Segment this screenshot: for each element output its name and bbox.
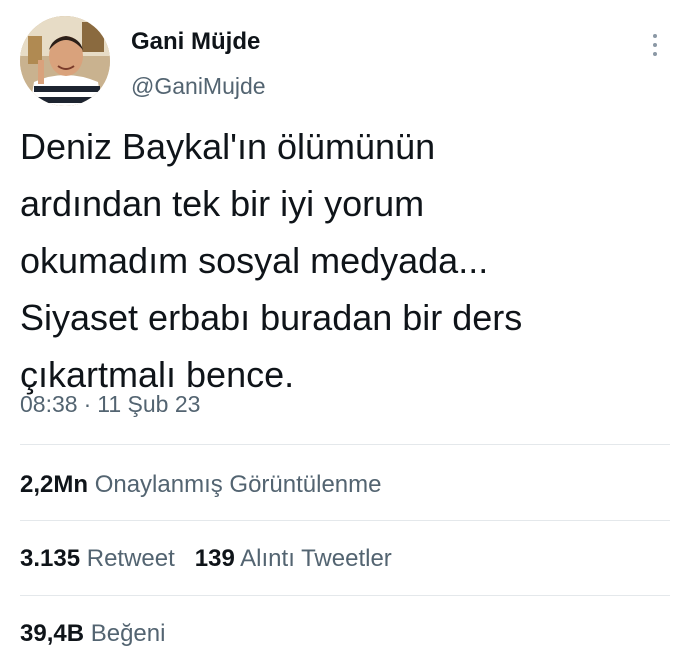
views-label: Onaylanmış Görüntülenme bbox=[94, 471, 382, 498]
quotes-count: 139 bbox=[194, 545, 235, 572]
engagement-stats: 3.135 Retweet 139 Alıntı Tweetler bbox=[20, 545, 392, 573]
quotes-stat[interactable]: 139 Alıntı Tweetler bbox=[195, 545, 392, 572]
divider bbox=[20, 595, 670, 596]
author-name[interactable]: Gani Müjde bbox=[131, 28, 260, 56]
likes-count: 39,4B bbox=[20, 620, 85, 647]
timestamp-separator: · bbox=[83, 391, 92, 417]
tweet-text: Deniz Baykal'ın ölümünün ardından tek bi… bbox=[20, 126, 523, 395]
retweets-stat[interactable]: 3.135 Retweet bbox=[20, 545, 175, 572]
likes-label: Beğeni bbox=[90, 620, 166, 647]
author-handle[interactable]: @GaniMujde bbox=[131, 73, 266, 100]
divider bbox=[20, 444, 670, 445]
likes-stat[interactable]: 39,4B Beğeni bbox=[20, 620, 165, 648]
views-stat[interactable]: 2,2Mn Onaylanmış Görüntülenme bbox=[20, 471, 382, 499]
avatar[interactable] bbox=[20, 16, 110, 106]
divider bbox=[20, 520, 670, 521]
tweet-timestamp[interactable]: 08:38 · 11 Şub 23 bbox=[20, 391, 200, 418]
retweets-label: Retweet bbox=[86, 545, 175, 572]
quotes-label: Alıntı Tweetler bbox=[240, 545, 392, 572]
retweets-count: 3.135 bbox=[20, 545, 81, 572]
avatar-image bbox=[20, 16, 110, 106]
views-count: 2,2Mn bbox=[20, 471, 89, 498]
tweet-time[interactable]: 08:38 bbox=[20, 391, 78, 417]
tweet-header: Gani Müjde @GaniMujde bbox=[20, 16, 670, 112]
tweet-date[interactable]: 11 Şub 23 bbox=[97, 391, 200, 417]
more-options-icon[interactable] bbox=[645, 30, 665, 60]
